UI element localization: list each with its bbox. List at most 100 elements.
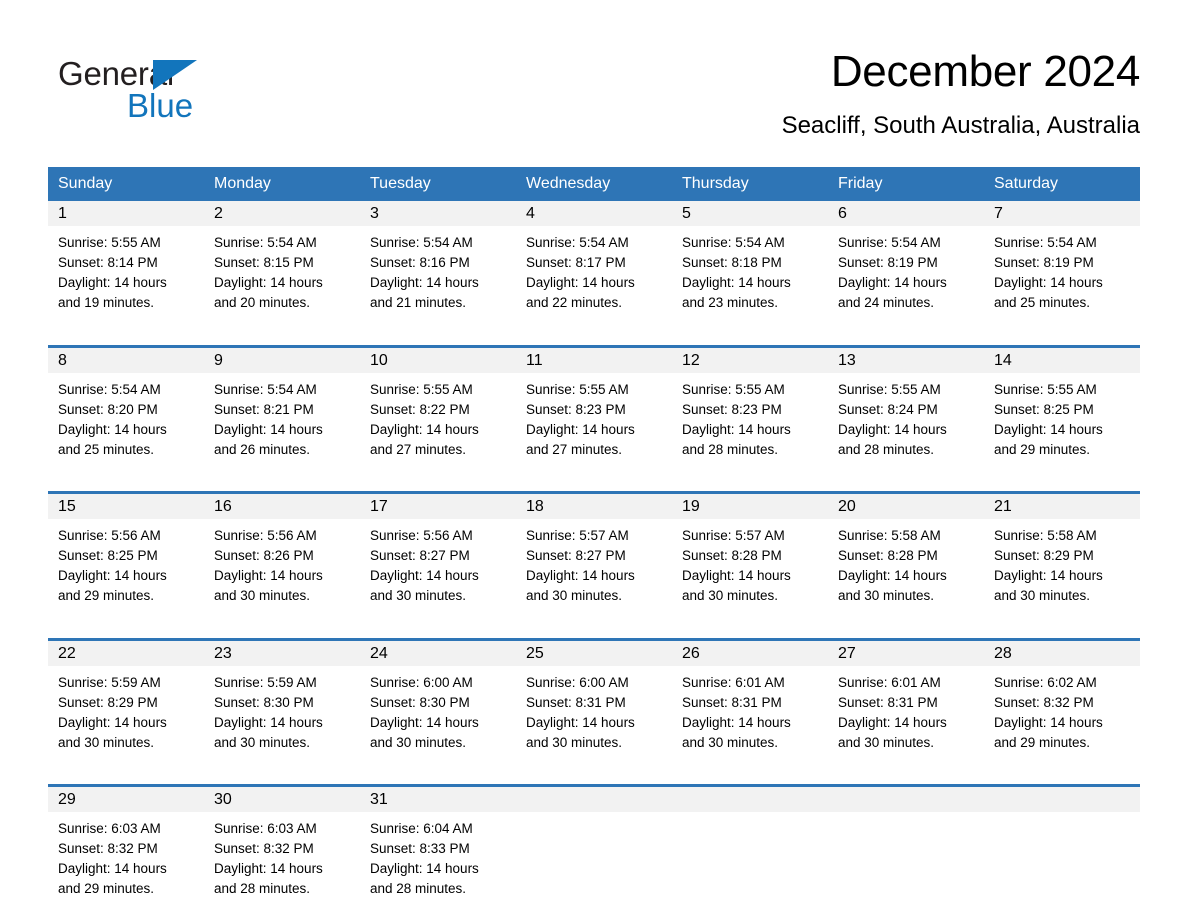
day-details: Sunrise: 5:57 AMSunset: 8:28 PMDaylight:… xyxy=(672,519,828,606)
calendar-day-cell[interactable]: 9Sunrise: 5:54 AMSunset: 8:21 PMDaylight… xyxy=(204,346,360,480)
sunrise-text: Sunrise: 6:04 AM xyxy=(370,819,508,839)
calendar-day-cell[interactable]: 27Sunrise: 6:01 AMSunset: 8:31 PMDayligh… xyxy=(828,639,984,773)
calendar-day-cell[interactable]: 22Sunrise: 5:59 AMSunset: 8:29 PMDayligh… xyxy=(48,639,204,773)
calendar-day-cell[interactable]: 18Sunrise: 5:57 AMSunset: 8:27 PMDayligh… xyxy=(516,493,672,627)
day-cell-inner: 18Sunrise: 5:57 AMSunset: 8:27 PMDayligh… xyxy=(516,494,672,626)
calendar-day-cell[interactable]: 7Sunrise: 5:54 AMSunset: 8:19 PMDaylight… xyxy=(984,201,1140,333)
daylight-text-line1: Daylight: 14 hours xyxy=(994,273,1132,293)
sunset-text: Sunset: 8:15 PM xyxy=(214,253,352,273)
day-number: 27 xyxy=(828,641,984,666)
daylight-text-line2: and 30 minutes. xyxy=(58,733,196,753)
sunset-text: Sunset: 8:32 PM xyxy=(994,693,1132,713)
calendar-day-cell[interactable]: 16Sunrise: 5:56 AMSunset: 8:26 PMDayligh… xyxy=(204,493,360,627)
calendar-day-cell[interactable]: 10Sunrise: 5:55 AMSunset: 8:22 PMDayligh… xyxy=(360,346,516,480)
sunset-text: Sunset: 8:20 PM xyxy=(58,400,196,420)
day-number: 6 xyxy=(828,201,984,226)
logo-general-blue[interactable]: General Blue xyxy=(48,44,248,124)
daylight-text-line2: and 22 minutes. xyxy=(526,293,664,313)
calendar-day-cell[interactable]: 14Sunrise: 5:55 AMSunset: 8:25 PMDayligh… xyxy=(984,346,1140,480)
day-number: 21 xyxy=(984,494,1140,519)
daylight-text-line1: Daylight: 14 hours xyxy=(838,713,976,733)
day-details: Sunrise: 5:54 AMSunset: 8:20 PMDaylight:… xyxy=(48,373,204,460)
sunrise-text: Sunrise: 5:54 AM xyxy=(526,233,664,253)
sunrise-text: Sunrise: 6:01 AM xyxy=(838,673,976,693)
calendar-day-cell[interactable]: 5Sunrise: 5:54 AMSunset: 8:18 PMDaylight… xyxy=(672,201,828,333)
calendar-day-cell[interactable]: 25Sunrise: 6:00 AMSunset: 8:31 PMDayligh… xyxy=(516,639,672,773)
calendar-day-cell[interactable]: 29Sunrise: 6:03 AMSunset: 8:32 PMDayligh… xyxy=(48,786,204,919)
day-cell-inner: 31Sunrise: 6:04 AMSunset: 8:33 PMDayligh… xyxy=(360,787,516,919)
day-number xyxy=(984,787,1140,812)
day-details: Sunrise: 6:03 AMSunset: 8:32 PMDaylight:… xyxy=(48,812,204,899)
calendar-day-cell[interactable]: 11Sunrise: 5:55 AMSunset: 8:23 PMDayligh… xyxy=(516,346,672,480)
calendar-day-cell[interactable]: 23Sunrise: 5:59 AMSunset: 8:30 PMDayligh… xyxy=(204,639,360,773)
daylight-text-line2: and 30 minutes. xyxy=(682,586,820,606)
daylight-text-line1: Daylight: 14 hours xyxy=(214,566,352,586)
weekday-header-sunday: Sunday xyxy=(48,167,204,201)
sunset-text: Sunset: 8:23 PM xyxy=(526,400,664,420)
daylight-text-line2: and 30 minutes. xyxy=(682,733,820,753)
daylight-text-line1: Daylight: 14 hours xyxy=(682,273,820,293)
day-number: 1 xyxy=(48,201,204,226)
day-number: 28 xyxy=(984,641,1140,666)
day-details: Sunrise: 5:54 AMSunset: 8:21 PMDaylight:… xyxy=(204,373,360,460)
sunset-text: Sunset: 8:17 PM xyxy=(526,253,664,273)
day-cell-inner: 19Sunrise: 5:57 AMSunset: 8:28 PMDayligh… xyxy=(672,494,828,626)
daylight-text-line2: and 28 minutes. xyxy=(370,879,508,899)
daylight-text-line1: Daylight: 14 hours xyxy=(370,566,508,586)
sunrise-text: Sunrise: 5:55 AM xyxy=(58,233,196,253)
calendar-day-cell[interactable]: 8Sunrise: 5:54 AMSunset: 8:20 PMDaylight… xyxy=(48,346,204,480)
calendar-day-cell[interactable]: 6Sunrise: 5:54 AMSunset: 8:19 PMDaylight… xyxy=(828,201,984,333)
calendar-day-cell[interactable]: 2Sunrise: 5:54 AMSunset: 8:15 PMDaylight… xyxy=(204,201,360,333)
calendar-day-cell[interactable]: 1Sunrise: 5:55 AMSunset: 8:14 PMDaylight… xyxy=(48,201,204,333)
day-number: 16 xyxy=(204,494,360,519)
day-cell-inner: 15Sunrise: 5:56 AMSunset: 8:25 PMDayligh… xyxy=(48,494,204,626)
day-details: Sunrise: 6:01 AMSunset: 8:31 PMDaylight:… xyxy=(672,666,828,753)
day-details: Sunrise: 5:59 AMSunset: 8:29 PMDaylight:… xyxy=(48,666,204,753)
calendar-day-cell[interactable]: 28Sunrise: 6:02 AMSunset: 8:32 PMDayligh… xyxy=(984,639,1140,773)
calendar-day-cell[interactable]: 4Sunrise: 5:54 AMSunset: 8:17 PMDaylight… xyxy=(516,201,672,333)
weekday-header-tuesday: Tuesday xyxy=(360,167,516,201)
calendar-day-cell[interactable]: 19Sunrise: 5:57 AMSunset: 8:28 PMDayligh… xyxy=(672,493,828,627)
calendar-day-cell[interactable]: 17Sunrise: 5:56 AMSunset: 8:27 PMDayligh… xyxy=(360,493,516,627)
daylight-text-line2: and 30 minutes. xyxy=(370,586,508,606)
calendar-day-cell[interactable]: 21Sunrise: 5:58 AMSunset: 8:29 PMDayligh… xyxy=(984,493,1140,627)
day-cell-inner: 4Sunrise: 5:54 AMSunset: 8:17 PMDaylight… xyxy=(516,201,672,333)
day-number: 24 xyxy=(360,641,516,666)
calendar-page: General Blue December 2024 Seacliff, Sou… xyxy=(0,0,1188,918)
day-number xyxy=(516,787,672,812)
day-cell-inner: 25Sunrise: 6:00 AMSunset: 8:31 PMDayligh… xyxy=(516,641,672,773)
sunset-text: Sunset: 8:32 PM xyxy=(214,839,352,859)
weekday-header-saturday: Saturday xyxy=(984,167,1140,201)
day-cell-inner: 16Sunrise: 5:56 AMSunset: 8:26 PMDayligh… xyxy=(204,494,360,626)
calendar-body: 1Sunrise: 5:55 AMSunset: 8:14 PMDaylight… xyxy=(48,201,1140,919)
calendar-day-cell[interactable]: 13Sunrise: 5:55 AMSunset: 8:24 PMDayligh… xyxy=(828,346,984,480)
daylight-text-line1: Daylight: 14 hours xyxy=(994,713,1132,733)
calendar-day-cell[interactable]: 12Sunrise: 5:55 AMSunset: 8:23 PMDayligh… xyxy=(672,346,828,480)
calendar-day-cell[interactable]: 20Sunrise: 5:58 AMSunset: 8:28 PMDayligh… xyxy=(828,493,984,627)
calendar-day-cell[interactable]: 26Sunrise: 6:01 AMSunset: 8:31 PMDayligh… xyxy=(672,639,828,773)
day-details: Sunrise: 5:58 AMSunset: 8:29 PMDaylight:… xyxy=(984,519,1140,606)
day-cell-inner: 5Sunrise: 5:54 AMSunset: 8:18 PMDaylight… xyxy=(672,201,828,333)
day-cell-inner: 11Sunrise: 5:55 AMSunset: 8:23 PMDayligh… xyxy=(516,348,672,480)
daylight-text-line1: Daylight: 14 hours xyxy=(214,420,352,440)
daylight-text-line2: and 25 minutes. xyxy=(994,293,1132,313)
sunset-text: Sunset: 8:31 PM xyxy=(526,693,664,713)
day-details: Sunrise: 6:00 AMSunset: 8:30 PMDaylight:… xyxy=(360,666,516,753)
calendar-day-cell[interactable]: 24Sunrise: 6:00 AMSunset: 8:30 PMDayligh… xyxy=(360,639,516,773)
sunset-text: Sunset: 8:31 PM xyxy=(682,693,820,713)
daylight-text-line2: and 30 minutes. xyxy=(838,733,976,753)
sunset-text: Sunset: 8:24 PM xyxy=(838,400,976,420)
calendar-day-cell[interactable]: 3Sunrise: 5:54 AMSunset: 8:16 PMDaylight… xyxy=(360,201,516,333)
daylight-text-line2: and 30 minutes. xyxy=(214,733,352,753)
daylight-text-line2: and 26 minutes. xyxy=(214,440,352,460)
day-cell-inner: 3Sunrise: 5:54 AMSunset: 8:16 PMDaylight… xyxy=(360,201,516,333)
day-cell-inner: 1Sunrise: 5:55 AMSunset: 8:14 PMDaylight… xyxy=(48,201,204,333)
sunset-text: Sunset: 8:27 PM xyxy=(370,546,508,566)
day-details: Sunrise: 5:55 AMSunset: 8:25 PMDaylight:… xyxy=(984,373,1140,460)
calendar-day-cell[interactable]: 31Sunrise: 6:04 AMSunset: 8:33 PMDayligh… xyxy=(360,786,516,919)
calendar-day-cell[interactable]: 15Sunrise: 5:56 AMSunset: 8:25 PMDayligh… xyxy=(48,493,204,627)
calendar-empty-cell xyxy=(516,786,672,919)
day-cell-inner xyxy=(516,787,672,919)
calendar-day-cell[interactable]: 30Sunrise: 6:03 AMSunset: 8:32 PMDayligh… xyxy=(204,786,360,919)
daylight-text-line1: Daylight: 14 hours xyxy=(58,273,196,293)
